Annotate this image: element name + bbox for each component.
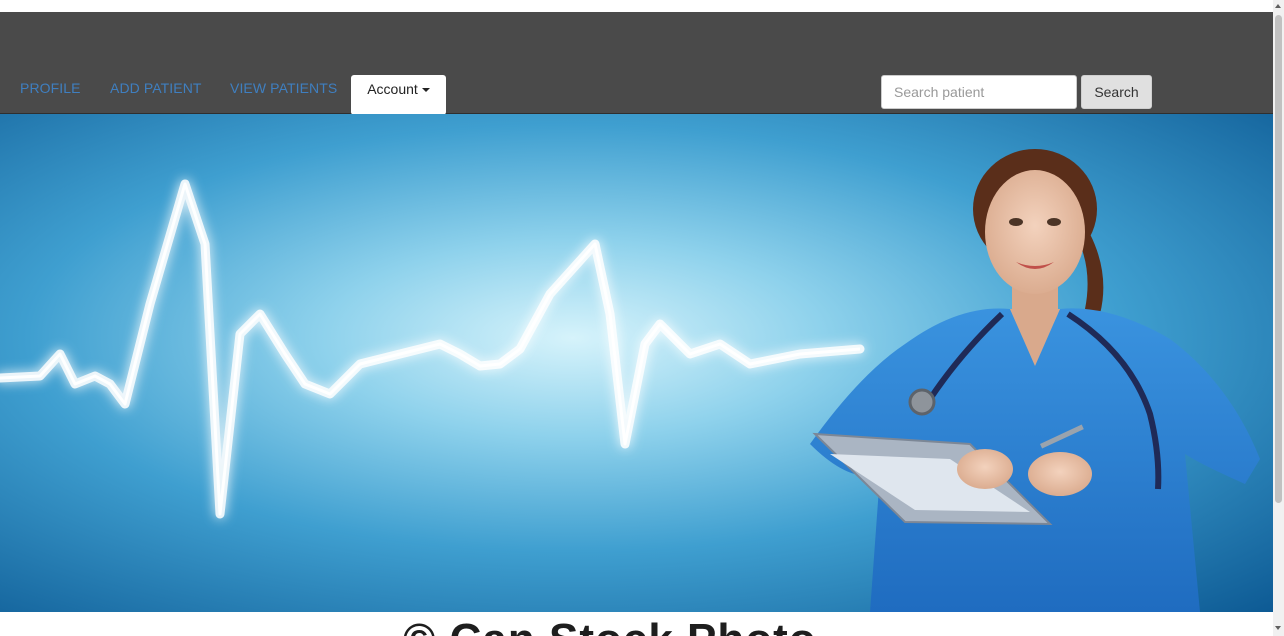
- vertical-scrollbar[interactable]: [1273, 0, 1284, 636]
- scroll-down-arrow-icon[interactable]: [1275, 626, 1281, 630]
- stock-photo-watermark: © Can Stock Photo: [403, 612, 817, 636]
- nav-link-profile[interactable]: PROFILE: [20, 80, 81, 96]
- account-label: Account: [367, 81, 418, 97]
- search-button[interactable]: Search: [1081, 75, 1152, 109]
- search-patient-input[interactable]: [881, 75, 1077, 109]
- caret-down-icon: [421, 88, 430, 93]
- nav-link-view-patients[interactable]: VIEW PATIENTS: [230, 80, 337, 96]
- heartbeat-line-graphic: [0, 179, 865, 519]
- scrollbar-thumb[interactable]: [1275, 15, 1282, 503]
- nav-link-add-patient[interactable]: ADD PATIENT: [110, 80, 202, 96]
- scroll-up-arrow-icon[interactable]: [1275, 4, 1281, 8]
- top-navbar: PROFILE ADD PATIENT VIEW PATIENTS Accoun…: [0, 12, 1273, 115]
- page: PROFILE ADD PATIENT VIEW PATIENTS Accoun…: [0, 0, 1273, 636]
- hero-illustration: [0, 149, 1260, 612]
- account-dropdown-button[interactable]: Account: [351, 75, 446, 115]
- hero-banner-image: [0, 114, 1273, 612]
- nurse-figure: [810, 149, 1260, 612]
